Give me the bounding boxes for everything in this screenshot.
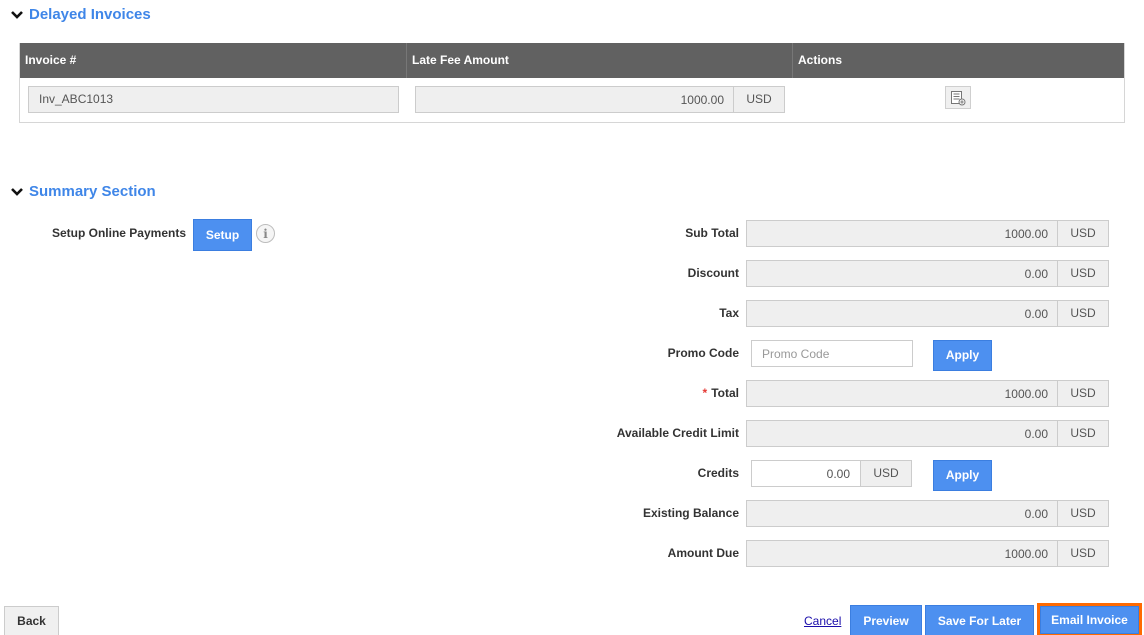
currency-label: USD xyxy=(1057,220,1109,247)
discount-field: 0.00 xyxy=(746,260,1059,287)
total-field: 1000.00 xyxy=(746,380,1059,407)
credits-input[interactable]: 0.00 xyxy=(751,460,861,487)
total-label-text: Total xyxy=(711,386,739,400)
column-header-invoice: Invoice # xyxy=(20,43,407,78)
amount-due-field: 1000.00 xyxy=(746,540,1059,567)
invoice-number-field: Inv_ABC1013 xyxy=(28,86,399,113)
sub-total-field: 1000.00 xyxy=(746,220,1059,247)
chevron-down-icon xyxy=(11,10,23,19)
currency-label: USD xyxy=(1057,300,1109,327)
cancel-link[interactable]: Cancel xyxy=(804,614,841,628)
chevron-down-icon xyxy=(11,187,23,196)
section-title: Delayed Invoices xyxy=(29,6,151,23)
amount-due-label: Amount Due xyxy=(667,546,739,560)
currency-label: USD xyxy=(1057,540,1109,567)
currency-label: USD xyxy=(1057,380,1109,407)
promo-code-input[interactable]: Promo Code xyxy=(751,340,913,367)
invoice-details-icon xyxy=(951,90,966,105)
save-for-later-button[interactable]: Save For Later xyxy=(925,605,1034,635)
apply-promo-button[interactable]: Apply xyxy=(933,340,992,371)
credits-label: Credits xyxy=(697,466,739,480)
setup-online-payments-label: Setup Online Payments xyxy=(51,226,186,240)
delayed-invoices-header[interactable]: Delayed Invoices xyxy=(10,6,151,23)
currency-label: USD xyxy=(733,86,785,113)
back-button[interactable]: Back xyxy=(4,606,59,635)
existing-balance-label: Existing Balance xyxy=(642,506,739,520)
currency-label: USD xyxy=(1057,420,1109,447)
column-header-late-fee: Late Fee Amount xyxy=(407,43,793,78)
setup-button[interactable]: Setup xyxy=(193,219,252,251)
total-label: * Total xyxy=(600,386,739,400)
existing-balance-field: 0.00 xyxy=(746,500,1059,527)
promo-code-placeholder: Promo Code xyxy=(762,347,830,361)
summary-section-header[interactable]: Summary Section xyxy=(10,183,156,200)
currency-label: USD xyxy=(1057,260,1109,287)
focus-highlight xyxy=(1037,603,1142,635)
tax-field: 0.00 xyxy=(746,300,1059,327)
currency-label: USD xyxy=(1057,500,1109,527)
tax-label: Tax xyxy=(719,306,739,320)
info-icon[interactable]: i xyxy=(256,224,275,243)
sub-total-label: Sub Total xyxy=(685,226,739,240)
discount-label: Discount xyxy=(687,266,739,280)
available-credit-limit-field: 0.00 xyxy=(746,420,1059,447)
currency-label: USD xyxy=(860,460,912,487)
promo-code-label: Promo Code xyxy=(667,346,739,360)
available-credit-limit-label: Available Credit Limit xyxy=(616,426,739,440)
section-title: Summary Section xyxy=(29,183,156,200)
table-header: Invoice # Late Fee Amount Actions xyxy=(20,43,1124,78)
preview-button[interactable]: Preview xyxy=(850,605,922,635)
invoice-action-button[interactable] xyxy=(945,86,971,109)
apply-credits-button[interactable]: Apply xyxy=(933,460,992,491)
required-marker: * xyxy=(702,386,708,400)
column-header-actions: Actions xyxy=(798,53,843,67)
late-fee-amount-field: 1000.00 xyxy=(415,86,735,113)
